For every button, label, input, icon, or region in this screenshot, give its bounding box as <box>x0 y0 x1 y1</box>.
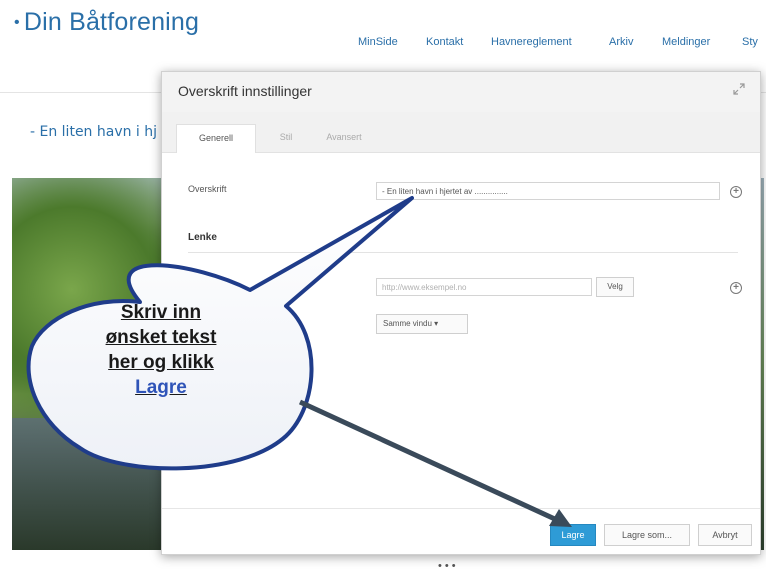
save-as-button[interactable]: Lagre som... <box>604 524 690 546</box>
callout-line-1: Skriv inn <box>120 302 202 323</box>
nav-item-styre[interactable]: Sty <box>742 36 758 48</box>
heading-text-input[interactable]: - En liten havn i hjertet av ...........… <box>376 182 720 200</box>
nav-item-arkiv[interactable]: Arkiv <box>609 36 633 48</box>
velg-button[interactable]: Velg <box>596 277 634 297</box>
bullet-icon: • <box>14 14 20 32</box>
save-button[interactable]: Lagre <box>550 524 596 546</box>
tab-avansert[interactable]: Avansert <box>314 124 374 152</box>
site-title[interactable]: • Din Båtforening <box>14 8 199 37</box>
nav-item-minside[interactable]: MinSide <box>358 36 398 48</box>
site-title-text: Din Båtforening <box>23 8 200 36</box>
callout-save-link[interactable]: Lagre <box>66 375 256 400</box>
page-tagline[interactable]: - En liten havn i hj <box>30 124 157 140</box>
section-divider <box>188 252 738 253</box>
expand-icon[interactable] <box>730 82 748 100</box>
callout-line-3: her og klikk <box>108 352 214 373</box>
add-link-icon[interactable]: + <box>730 282 742 294</box>
photo-shadow <box>12 418 172 550</box>
lenke-section-label: Lenke <box>188 232 217 243</box>
tab-stil[interactable]: Stil <box>266 124 306 152</box>
dialog-header: Overskrift innstillinger <box>162 72 760 113</box>
nav-item-kontakt[interactable]: Kontakt <box>426 36 463 48</box>
callout-text: Skriv inn ønsket tekst her og klikk Lagr… <box>66 300 256 400</box>
cancel-button[interactable]: Avbryt <box>698 524 752 546</box>
expand-arrows-icon <box>733 83 745 95</box>
tab-generell[interactable]: Generell <box>176 124 256 153</box>
dialog-footer-divider <box>162 508 760 509</box>
nav-item-meldinger[interactable]: Meldinger <box>662 36 710 48</box>
add-circle-icon[interactable]: + <box>730 186 742 198</box>
overskrift-label: Overskrift <box>188 184 227 194</box>
nav-item-havnereglement[interactable]: Havnereglement <box>491 36 572 48</box>
carousel-dots[interactable]: ••• <box>438 560 459 572</box>
callout-line-2: ønsket tekst <box>105 327 217 348</box>
dialog-title: Overskrift innstillinger <box>178 83 312 99</box>
tab-bar: Generell Stil Avansert <box>162 112 760 153</box>
link-target-select[interactable]: Samme vindu ▾ <box>376 314 468 334</box>
url-input[interactable]: http://www.eksempel.no <box>376 278 592 296</box>
